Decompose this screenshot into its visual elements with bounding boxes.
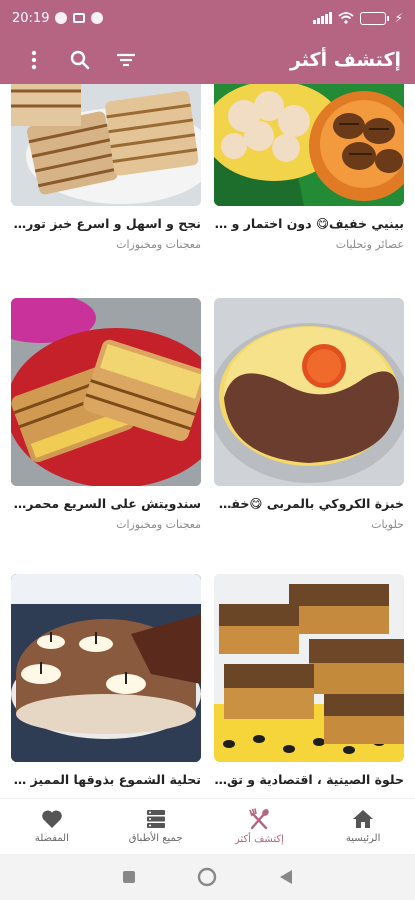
recipe-card[interactable]: بينيي خفيف😋 دون اختمار و ... عصائر وتحلي… <box>214 84 404 251</box>
nav-all-dishes[interactable]: جميع الأطباق <box>104 799 208 854</box>
charging-icon: ⚡ <box>394 11 403 25</box>
status-right: ⚡ <box>312 11 403 25</box>
system-navigation <box>0 854 415 900</box>
recipe-card[interactable]: خبزة الكروكي بالمربى 😋خفي... حلويات <box>214 298 404 531</box>
recipe-category: معجنات ومخبوزات <box>116 238 201 251</box>
recipe-card[interactable]: نجح و اسهل و اسرع خبز تورتي... معجنات وم… <box>11 84 201 251</box>
recipe-grid: نجح و اسهل و اسرع خبز تورتي... معجنات وم… <box>0 84 415 828</box>
recipe-card[interactable]: سندويتش على السريع محمر ف... معجنات ومخب… <box>11 298 201 531</box>
signal-icon <box>312 12 332 24</box>
bottom-navigation: الرئيسية إكتشف أكثر جميع الأطباق المفضلة <box>0 798 415 854</box>
status-left: 20:19 <box>12 10 104 26</box>
nav-home[interactable]: الرئيسية <box>311 799 415 854</box>
recipe-image <box>214 574 404 762</box>
nav-label: المفضلة <box>34 833 69 844</box>
back-button[interactable] <box>271 862 301 892</box>
back-triangle-icon <box>279 870 292 884</box>
nav-label: الرئيسية <box>345 833 381 844</box>
utensils-icon <box>249 808 270 830</box>
notification-icon <box>91 12 104 24</box>
recipe-image <box>214 298 404 486</box>
home-icon <box>353 810 374 828</box>
more-vert-icon[interactable] <box>22 48 46 72</box>
app-bar-actions <box>22 48 138 72</box>
wifi-icon <box>337 12 354 24</box>
recipe-category: عصائر وتحليات <box>335 238 404 251</box>
screenshot-icon <box>73 13 86 23</box>
recipe-category: حلويات <box>371 518 404 531</box>
notification-icon <box>55 12 68 24</box>
status-bar: 20:19 ⚡ <box>0 0 415 36</box>
battery-icon <box>359 11 389 25</box>
recipe-card[interactable]: حلوة الصينية ، اقتصادية و تق... <box>214 574 404 787</box>
app-bar: إكتشف أكثر <box>0 36 415 84</box>
home-button[interactable] <box>192 862 222 892</box>
recipe-title: نجح و اسهل و اسرع خبز تورتي... <box>11 216 201 231</box>
recipe-title: خبزة الكروكي بالمربى 😋خفي... <box>214 496 404 511</box>
nav-favorites[interactable]: المفضلة <box>0 799 104 854</box>
recipe-category: معجنات ومخبوزات <box>116 518 201 531</box>
filter-icon[interactable] <box>114 48 138 72</box>
square-icon <box>123 871 136 883</box>
nav-label: إكتشف أكثر <box>234 834 284 845</box>
recipe-title: تحلية الشموع بذوقها المميز ، ال... <box>11 772 201 787</box>
clock: 20:19 <box>12 10 50 26</box>
nav-discover[interactable]: إكتشف أكثر <box>208 799 312 854</box>
page-title: إكتشف أكثر <box>289 49 401 71</box>
recipe-title: حلوة الصينية ، اقتصادية و تق... <box>214 772 404 787</box>
recents-button[interactable] <box>114 862 144 892</box>
list-icon <box>146 810 165 828</box>
heart-icon <box>42 810 62 828</box>
recipe-card[interactable]: تحلية الشموع بذوقها المميز ، ال... <box>11 574 201 787</box>
recipe-title: بينيي خفيف😋 دون اختمار و ... <box>214 216 404 231</box>
search-icon[interactable] <box>68 48 92 72</box>
recipe-image <box>11 298 201 486</box>
recipe-title: سندويتش على السريع محمر ف... <box>11 496 201 511</box>
recipe-image <box>11 84 201 206</box>
nav-label: جميع الأطباق <box>128 833 183 844</box>
circle-icon <box>198 867 217 887</box>
recipe-image <box>214 84 404 206</box>
recipe-image <box>11 574 201 762</box>
